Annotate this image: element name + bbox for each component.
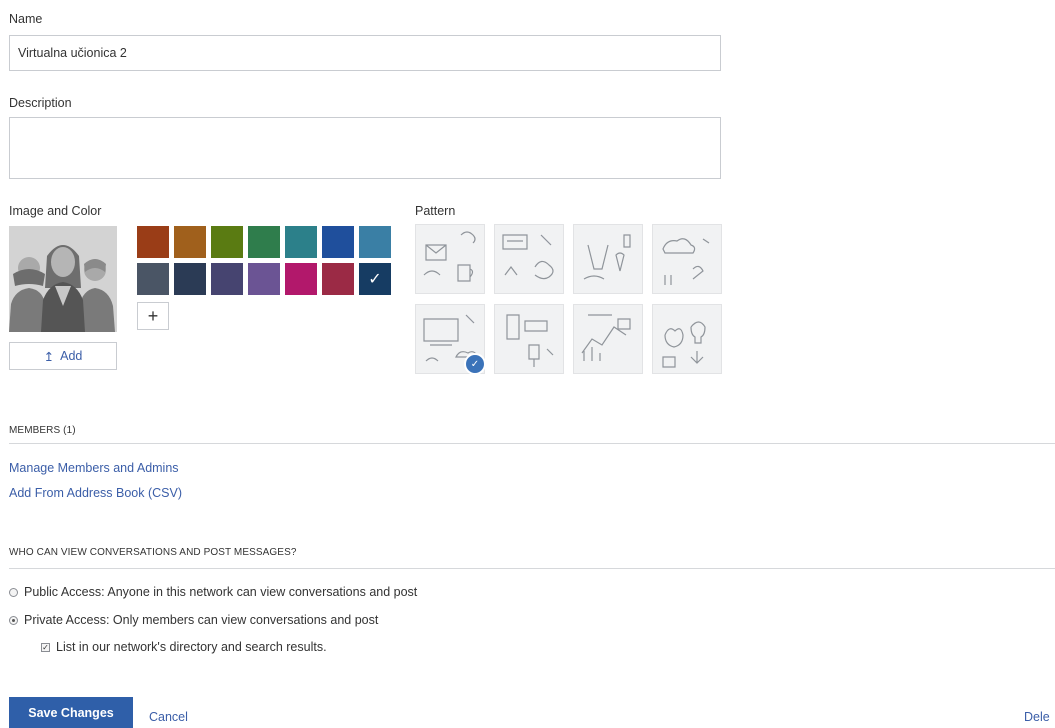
color-swatch[interactable] — [285, 263, 317, 295]
color-swatch[interactable] — [248, 263, 280, 295]
pattern-science-flask-icon — [583, 234, 631, 280]
access-divider — [9, 568, 1055, 569]
pattern-cloud-nature-tile[interactable] — [652, 224, 722, 294]
upload-icon: ↥ — [43, 349, 55, 364]
group-image — [9, 226, 117, 332]
pattern-apple-bulb-icon — [662, 321, 706, 368]
private-access-label: Private Access: Only members can view co… — [24, 613, 379, 627]
color-swatch[interactable] — [137, 263, 169, 295]
pattern-apple-bulb-tile[interactable] — [652, 304, 722, 374]
description-textarea[interactable] — [9, 117, 721, 179]
pattern-cloud-nature-icon — [662, 238, 710, 285]
description-label: Description — [9, 96, 72, 110]
pattern-chart-graph-icon — [581, 314, 631, 361]
pattern-code-brain-icon — [502, 234, 554, 280]
color-swatch[interactable] — [322, 263, 354, 295]
pattern-code-brain-tile[interactable] — [494, 224, 564, 294]
cancel-link[interactable]: Cancel — [149, 710, 188, 724]
color-swatch[interactable] — [211, 226, 243, 258]
delete-link[interactable]: Dele — [1024, 710, 1050, 724]
pattern-chart-graph-tile[interactable] — [573, 304, 643, 374]
pattern-chat-bulb-tile[interactable] — [494, 304, 564, 374]
color-swatch[interactable] — [137, 226, 169, 258]
list-in-directory-option[interactable]: ✓ List in our network's directory and se… — [41, 640, 327, 654]
private-access-option[interactable]: Private Access: Only members can view co… — [9, 613, 378, 627]
add-color-button[interactable]: + — [137, 302, 169, 330]
access-section-title: WHO CAN VIEW CONVERSATIONS AND POST MESS… — [9, 547, 297, 558]
members-divider — [9, 443, 1055, 444]
manage-members-link[interactable]: Manage Members and Admins — [9, 461, 179, 475]
list-in-directory-label: List in our network's directory and sear… — [56, 640, 327, 654]
private-access-radio[interactable] — [9, 615, 18, 625]
color-swatch[interactable] — [322, 226, 354, 258]
color-swatch[interactable]: ✓ — [359, 263, 391, 295]
pattern-chat-bulb-icon — [506, 314, 554, 367]
public-access-radio[interactable] — [9, 587, 18, 597]
pattern-label: Pattern — [415, 204, 456, 218]
add-from-csv-link[interactable]: Add From Address Book (CSV) — [9, 486, 182, 500]
pattern-mail-coffee-tile[interactable] — [415, 224, 485, 294]
pattern-mail-coffee-icon — [423, 231, 476, 282]
plus-icon: + — [147, 305, 159, 326]
color-swatch[interactable] — [174, 263, 206, 295]
color-swatch[interactable] — [174, 226, 206, 258]
color-swatch[interactable] — [285, 226, 317, 258]
name-input[interactable] — [9, 35, 721, 71]
image-color-label: Image and Color — [9, 204, 102, 218]
pattern-computer-cloud-tile[interactable]: ✓ — [415, 304, 486, 375]
public-access-label: Public Access: Anyone in this network ca… — [24, 585, 418, 599]
people-placeholder-icon — [9, 226, 117, 332]
list-in-directory-checkbox[interactable]: ✓ — [41, 642, 50, 652]
save-changes-button[interactable]: Save Changes — [9, 697, 133, 728]
members-section-title: MEMBERS (1) — [9, 425, 76, 436]
selected-check-icon: ✓ — [464, 353, 486, 375]
pattern-science-flask-tile[interactable] — [573, 224, 643, 294]
add-image-label: Add — [60, 349, 83, 363]
add-image-button[interactable]: ↥ Add — [9, 342, 117, 370]
color-swatch[interactable] — [359, 226, 391, 258]
color-swatch[interactable] — [211, 263, 243, 295]
checkmark-icon: ✓ — [368, 271, 382, 288]
name-label: Name — [9, 12, 43, 26]
public-access-option[interactable]: Public Access: Anyone in this network ca… — [9, 585, 417, 599]
color-swatch[interactable] — [248, 226, 280, 258]
